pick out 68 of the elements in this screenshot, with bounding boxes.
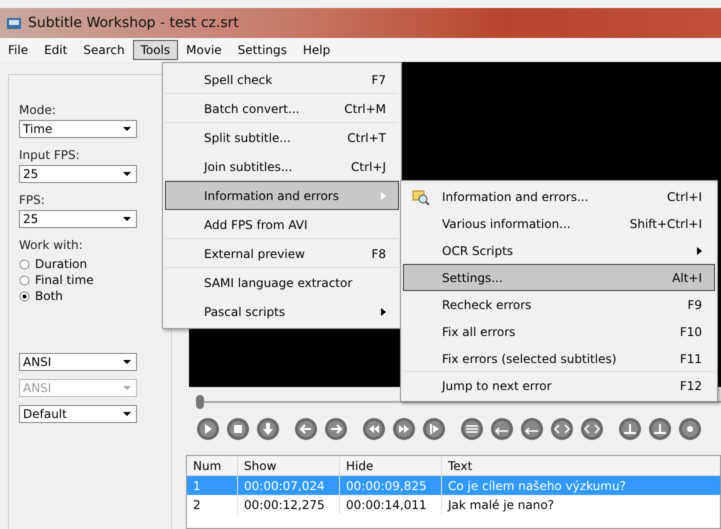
marker-icon[interactable] [618,417,642,441]
menu-item[interactable]: Fix all errors F10 [403,318,715,345]
menu-item[interactable]: Spell check F7 [165,65,399,94]
table-cell: 00:00:09,825 [340,476,442,495]
column-header[interactable]: Text [442,456,720,475]
menu-item[interactable]: Search [75,40,133,60]
menu-item[interactable]: Fix errors (selected subtitles) F11 [403,345,715,372]
table-cell-text: Co je cílem našeho výzkumu? [447,478,627,494]
menu-item[interactable]: Tools [132,40,178,60]
radio-label: Both [35,289,63,303]
column-header[interactable]: Hide [340,456,442,475]
menu-item[interactable]: Edit [36,40,76,60]
radio-label: Duration [35,257,88,271]
menu-item[interactable]: Split subtitle... Ctrl+T [165,123,399,152]
menu-item[interactable]: Settings... Alt+I [403,264,715,291]
app-icon [6,15,22,31]
radio-button[interactable] [19,258,30,270]
marker-icon[interactable] [648,417,672,441]
table-cell: 1 [187,476,238,495]
code-icon[interactable] [580,417,604,441]
menu-item[interactable]: SAMI language extractor [165,268,399,297]
code-icon[interactable] [550,417,574,441]
menu-item[interactable]: Movie [178,40,230,60]
menu-item[interactable]: Recheck errors F9 [403,291,715,318]
submenu-arrow-icon [381,192,386,200]
group-label: Work with: [19,238,84,252]
table-row[interactable]: 2 00:00:12,275 00:00:14,011 Jak malé je nano? [187,495,720,514]
circle-icon[interactable] [678,417,702,441]
step-icon[interactable] [422,417,446,441]
menu-item[interactable]: Add FPS from AVI [165,210,399,239]
submenu-arrow-icon [381,308,386,316]
fast-forward-icon[interactable] [392,417,416,441]
dropdown[interactable]: ANSI [19,353,137,371]
slider-thumb[interactable] [196,395,204,409]
table-cell-text: Jak malé je nano? [446,496,556,514]
menu-item[interactable]: Information and errors [165,181,399,210]
dropdown[interactable]: 25 [19,210,137,228]
field-label: FPS: [19,193,46,207]
field-label: Input FPS: [19,148,81,162]
radio-button[interactable] [19,274,30,286]
table-cell: 2 [187,495,238,514]
menu-item[interactable]: Settings [230,40,295,60]
menu-item[interactable]: File [0,40,36,60]
rewind-icon[interactable] [362,417,386,441]
column-header[interactable]: Show [238,456,340,475]
table-cell: 00:00:12,275 [238,495,340,514]
menu-item[interactable]: Pascal scripts [165,297,399,326]
table-cell: 00:00:14,011 [340,495,442,514]
dropdown[interactable]: Default [19,405,137,423]
menu-item[interactable]: External preview F8 [165,239,399,268]
column-header[interactable]: Num [187,456,238,475]
window-title: Subtitle Workshop - test cz.srt [28,15,239,31]
field-label: Mode: [19,103,57,117]
menu-item[interactable]: Various information... Shift+Ctrl+I [403,210,715,237]
radio-button[interactable] [19,290,30,302]
table-cell: 00:00:07,024 [238,476,340,495]
menu-item[interactable]: Information and errors... Ctrl+I [403,183,715,210]
dropdown[interactable]: 25 [19,165,137,183]
radio-label: Final time [35,273,94,287]
menu-item[interactable]: Jump to next error F12 [403,372,715,399]
stop-icon[interactable] [226,417,250,441]
submenu-arrow-icon [697,246,702,254]
dropdown[interactable]: Time [19,120,137,138]
menu-item[interactable]: Help [294,40,338,60]
play-icon[interactable] [196,417,220,441]
menu-item[interactable]: Batch convert... Ctrl+M [165,94,399,123]
magnifier-icon [412,188,430,204]
menu-item[interactable]: OCR Scripts [403,237,715,264]
